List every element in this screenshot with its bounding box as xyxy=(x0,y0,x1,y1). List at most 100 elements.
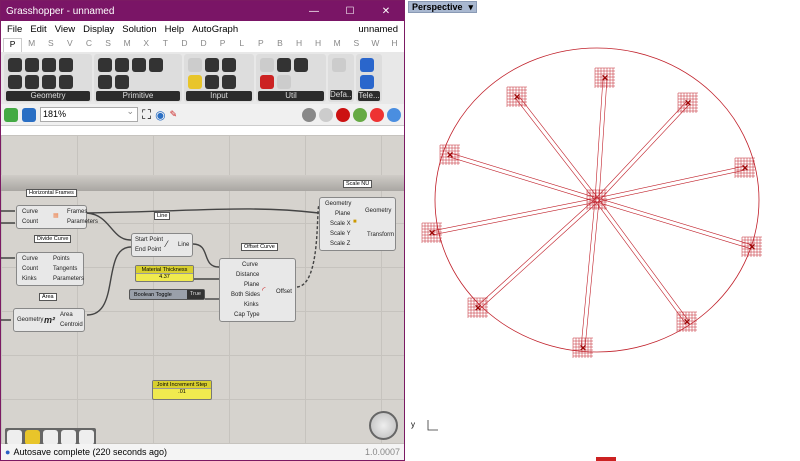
slider-material-thickness[interactable]: Material Thickness 4.37 xyxy=(135,265,194,282)
zoom-extents-icon[interactable]: ⛶ xyxy=(142,107,151,123)
point-icon[interactable] xyxy=(8,58,22,72)
input-kinks[interactable]: Kinks xyxy=(22,276,37,282)
grasshopper-canvas[interactable]: Horizontal Frames Curve Count ▦ Frames P… xyxy=(1,135,404,445)
minimize-button[interactable]: — xyxy=(296,6,332,17)
integer-icon[interactable] xyxy=(115,58,129,72)
wireframe-preview-icon[interactable] xyxy=(319,107,333,122)
output-frames[interactable]: Frames xyxy=(67,209,87,215)
tab-7[interactable]: X xyxy=(137,38,156,52)
tab-1[interactable]: M xyxy=(22,38,41,52)
tab-15[interactable]: H xyxy=(289,38,308,52)
node-scale-nu[interactable]: Geometry Plane Scale X Scale Y Scale Z ■… xyxy=(319,197,396,251)
document-preview-icon[interactable] xyxy=(370,107,384,122)
box-icon[interactable] xyxy=(59,58,73,72)
arc-icon[interactable] xyxy=(42,58,56,72)
input-start-point[interactable]: Start Point xyxy=(135,237,163,243)
arrow-outline-icon[interactable] xyxy=(277,75,291,89)
tab-4[interactable]: C xyxy=(79,38,98,52)
slider-joint-increment-step[interactable]: Joint Increment Step .01 xyxy=(152,380,212,400)
text-icon[interactable] xyxy=(132,58,146,72)
output-transform[interactable]: Transform xyxy=(367,232,394,238)
tab-16[interactable]: H xyxy=(309,38,328,52)
input-plane[interactable]: Plane xyxy=(244,282,259,288)
tab-10[interactable]: D xyxy=(194,38,213,52)
vector-icon[interactable] xyxy=(8,75,22,89)
tab-9[interactable]: D xyxy=(175,38,194,52)
output-parameters[interactable]: Parameters xyxy=(53,276,84,282)
save-icon[interactable] xyxy=(22,107,36,122)
input-count[interactable]: Count xyxy=(22,266,38,272)
circle-icon[interactable] xyxy=(25,58,39,72)
input-both-sides[interactable]: Both Sides xyxy=(231,292,260,298)
generic-icon[interactable] xyxy=(149,58,163,72)
tree-icon[interactable] xyxy=(277,58,291,72)
slider-value[interactable]: 4.37 xyxy=(136,274,193,280)
node-offset-curve[interactable]: Curve Distance Plane Both Sides Kinks Ca… xyxy=(219,258,296,322)
boolean-toggle[interactable]: Boolean Toggle True xyxy=(129,289,205,300)
tab-2[interactable]: S xyxy=(41,38,60,52)
toggle-icon[interactable] xyxy=(205,58,219,72)
menu-display[interactable]: Display xyxy=(83,24,114,35)
input-curve[interactable]: Curve xyxy=(242,262,258,268)
boolean-icon[interactable] xyxy=(115,75,129,89)
tab-12[interactable]: L xyxy=(232,38,251,52)
domain-icon[interactable] xyxy=(98,75,112,89)
slider-icon[interactable] xyxy=(222,58,236,72)
navigation-ball[interactable] xyxy=(369,411,398,440)
input-scale-z[interactable]: Scale Z xyxy=(330,241,350,247)
output-offset[interactable]: Offset xyxy=(276,289,292,295)
preview-off-icon[interactable] xyxy=(302,107,316,122)
curve-icon[interactable] xyxy=(25,75,39,89)
menu-autograph[interactable]: AutoGraph xyxy=(192,24,238,35)
input-end-point[interactable]: End Point xyxy=(135,247,161,253)
slider-value[interactable]: .01 xyxy=(153,389,211,395)
output-centroid[interactable]: Centroid xyxy=(60,322,83,328)
output-parameters[interactable]: Parameters xyxy=(67,219,98,225)
tab-20[interactable]: H xyxy=(385,38,404,52)
input-plane[interactable]: Plane xyxy=(335,211,350,217)
toggle-value[interactable]: True xyxy=(186,290,204,299)
node-horizontal-frames[interactable]: Curve Count ▦ Frames Parameters xyxy=(16,205,98,229)
slider-icon[interactable] xyxy=(25,430,40,445)
panel-icon[interactable] xyxy=(7,430,22,445)
panel-icon[interactable] xyxy=(188,58,202,72)
menu-file[interactable]: File xyxy=(7,24,22,35)
input-scale-x[interactable]: Scale X xyxy=(330,221,351,227)
button-icon[interactable] xyxy=(205,75,219,89)
tab-13[interactable]: P xyxy=(251,38,270,52)
shaded-preview-icon[interactable] xyxy=(336,107,350,122)
menu-solution[interactable]: Solution xyxy=(122,24,156,35)
tab-17[interactable]: M xyxy=(328,38,347,52)
output-line[interactable]: Line xyxy=(178,242,189,248)
selected-preview-icon[interactable] xyxy=(353,107,367,122)
loop-icon[interactable] xyxy=(79,430,94,445)
number-slider-icon[interactable] xyxy=(188,75,202,89)
preview-mesh-icon[interactable] xyxy=(387,107,401,122)
value-list-icon[interactable] xyxy=(222,75,236,89)
node-divide-curve[interactable]: Curve Count Kinks Points Tangents Parame… xyxy=(16,252,84,286)
input-geometry[interactable]: Geometry xyxy=(325,201,351,207)
cherry-icon[interactable] xyxy=(260,75,274,89)
line-icon[interactable] xyxy=(61,430,76,445)
input-count[interactable]: Count xyxy=(22,219,38,225)
input-curve[interactable]: Curve xyxy=(22,209,38,215)
output-tangents[interactable]: Tangents xyxy=(53,266,77,272)
tab-14[interactable]: B xyxy=(270,38,289,52)
tab-3[interactable]: V xyxy=(60,38,79,52)
tab-8[interactable]: T xyxy=(156,38,175,52)
arrow-right-icon[interactable] xyxy=(294,58,308,72)
hexagon-icon[interactable] xyxy=(98,58,112,72)
tab-18[interactable]: S xyxy=(347,38,366,52)
tab-6[interactable]: M xyxy=(118,38,137,52)
surface-icon[interactable] xyxy=(59,75,73,89)
close-button[interactable]: ✕ xyxy=(368,6,404,17)
line-icon[interactable] xyxy=(42,75,56,89)
output-geometry[interactable]: Geometry xyxy=(365,208,391,214)
output-area[interactable]: Area xyxy=(60,312,73,318)
receive-icon[interactable] xyxy=(360,75,374,89)
curve-icon[interactable] xyxy=(43,430,58,445)
tab-0[interactable]: P xyxy=(3,38,23,52)
input-distance[interactable]: Distance xyxy=(236,272,259,278)
menu-view[interactable]: View xyxy=(55,24,75,35)
tab-19[interactable]: W xyxy=(366,38,385,52)
